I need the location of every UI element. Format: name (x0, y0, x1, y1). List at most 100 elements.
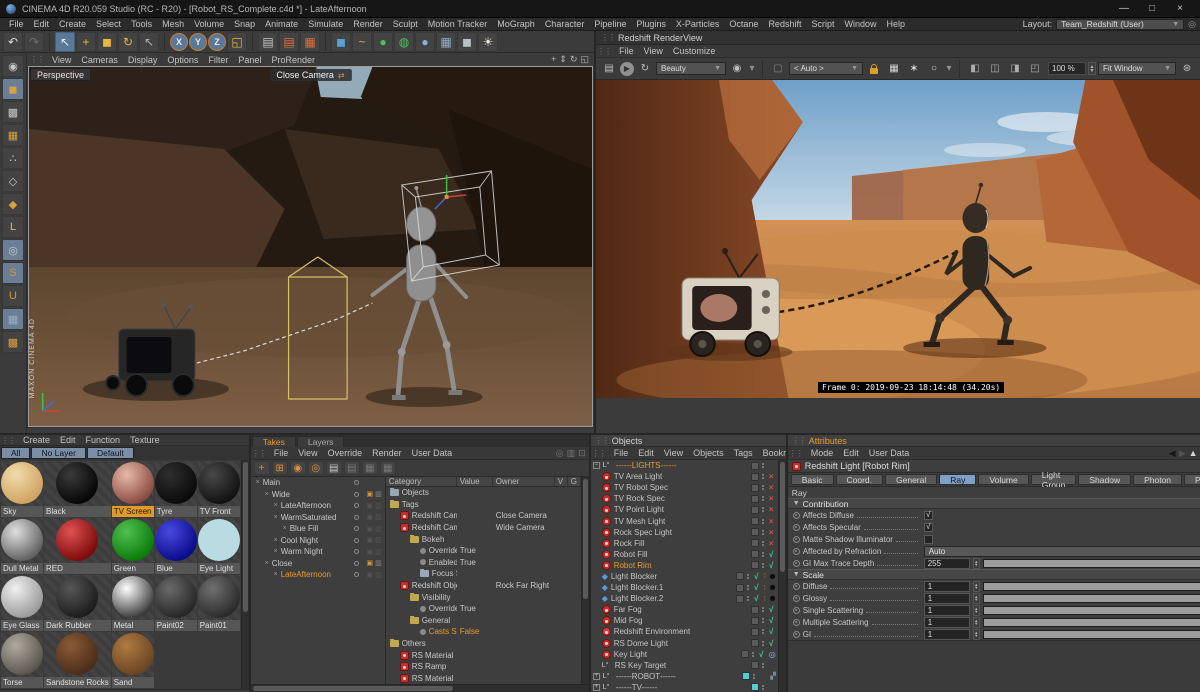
object-row-far-fog[interactable]: Far Fog√ (591, 604, 778, 615)
edges-mode-icon[interactable]: ◇ (2, 170, 24, 192)
disabled-icon[interactable]: × (767, 539, 776, 548)
takes-hscrollbar[interactable] (251, 684, 589, 692)
menu-motion-tracker[interactable]: Motion Tracker (423, 19, 493, 29)
object-row-tv[interactable]: +L°------TV------ (591, 682, 778, 692)
panel-grip-icon[interactable]: ⋮⋮ (601, 33, 615, 42)
forward-icon[interactable]: ▶ (1179, 448, 1186, 459)
enabled-icon[interactable]: √ (767, 605, 776, 614)
snap-icon[interactable]: S (2, 262, 24, 284)
number-field-gi-max-trace-depth[interactable]: 255 (924, 558, 970, 569)
enabled-icon[interactable]: √ (767, 550, 776, 559)
visibility-dots-icon[interactable] (752, 652, 754, 657)
material-item-paint02[interactable]: Paint02 (155, 575, 197, 631)
menu-select[interactable]: Select (91, 19, 126, 29)
visibility-dots-icon[interactable] (753, 674, 755, 679)
panel-grip-icon[interactable]: ⋮⋮ (592, 449, 606, 458)
tab-takes[interactable]: Takes (252, 436, 296, 447)
take-active-radio[interactable] (354, 538, 359, 543)
override-row-enabled[interactable]: EnabledTrue (386, 557, 581, 569)
menu-panel[interactable]: Panel (233, 55, 266, 65)
visibility-dots-icon[interactable] (762, 541, 764, 546)
menu-file[interactable]: File (269, 448, 294, 458)
material-item-tyre[interactable]: Tyre (155, 461, 197, 517)
render-image[interactable]: Frame 0: 2019-09-23 18:14:48 (34.20s) (596, 80, 1200, 398)
menu-user-data[interactable]: User Data (407, 448, 458, 458)
override-row-general[interactable]: General (386, 615, 581, 627)
take-active-radio[interactable] (354, 526, 359, 531)
slider-diffuse[interactable] (983, 582, 1200, 591)
tab-basic[interactable]: Basic (791, 474, 834, 485)
convert-selection-icon[interactable]: ◉ (2, 55, 24, 77)
zoom-level-field[interactable]: 100 % (1048, 62, 1086, 75)
menu-view[interactable]: View (639, 46, 668, 56)
menu-create[interactable]: Create (18, 435, 55, 445)
menu-file[interactable]: File (614, 46, 639, 56)
layer-chip[interactable] (751, 617, 759, 625)
take-active-radio[interactable] (354, 503, 359, 508)
menu-sculpt[interactable]: Sculpt (388, 19, 423, 29)
visibility-dots-icon[interactable] (762, 485, 764, 490)
menu-options[interactable]: Options (162, 55, 203, 65)
stepper-icon[interactable]: ▲▼ (973, 581, 980, 592)
layer-chip[interactable] (751, 506, 759, 514)
back-icon[interactable]: ◀ (1169, 448, 1176, 459)
undo-icon[interactable]: ↶ (3, 32, 23, 52)
coordinate-system-icon[interactable]: ◱ (227, 32, 247, 52)
override-row-rs-material[interactable]: RS Material (386, 649, 581, 661)
workplane-paint-icon[interactable]: ▦ (2, 124, 24, 146)
material-item-sky[interactable]: Sky (1, 461, 43, 517)
override-row-visibility[interactable]: Visibility (386, 591, 581, 603)
panel-grip-icon[interactable]: ⋮⋮ (252, 449, 266, 458)
volume-icon[interactable]: ● (415, 32, 435, 52)
fit-mode-dropdown[interactable]: Fit Window▼ (1098, 62, 1176, 75)
falloff-tag-icon[interactable]: ∶ (764, 584, 766, 592)
slider-single-scattering[interactable] (983, 606, 1200, 615)
material-item-dark-rubber[interactable]: Dark Rubber (44, 575, 111, 631)
disabled-icon[interactable]: × (767, 494, 776, 503)
keyframe-icon[interactable] (793, 631, 800, 638)
keyframe-icon[interactable] (793, 595, 800, 602)
visibility-dots-icon[interactable] (762, 663, 764, 668)
stepper-icon[interactable]: ▲▼ (973, 558, 980, 569)
object-row-robot-rim[interactable]: Robot Rim√ (591, 560, 778, 571)
save-image-icon[interactable]: ▤ (600, 61, 618, 77)
layer-chip[interactable] (751, 550, 759, 558)
rotate-icon[interactable]: ↻ (118, 32, 138, 52)
expand-icon[interactable]: − (593, 462, 600, 469)
menu-view[interactable]: View (47, 55, 76, 65)
pen-spline-icon[interactable]: ~ (352, 32, 372, 52)
override-row-redshift-camera[interactable]: Redshift CameraClose Camera (386, 510, 581, 522)
checkbox-affects-specular[interactable]: √ (924, 523, 933, 532)
scrollbar-thumb[interactable] (243, 462, 248, 612)
expand-icon[interactable]: + (593, 684, 600, 691)
tab-layers[interactable]: Layers (297, 436, 345, 447)
material-item-eye-light[interactable]: Eye Light (198, 518, 240, 574)
panel-grip-icon[interactable]: ⋮⋮ (789, 449, 803, 458)
enabled-icon[interactable]: √ (752, 583, 761, 592)
search-icon[interactable]: ◎ (556, 448, 564, 459)
move-icon[interactable]: + (76, 32, 96, 52)
material-item-sand[interactable]: Sand (112, 632, 154, 688)
menu-volume[interactable]: Volume (189, 19, 229, 29)
take-row-wide[interactable]: ×Wide▣▥ (251, 489, 385, 501)
checkbox-matte-shadow-illuminator[interactable] (924, 535, 933, 544)
take-disable-icon[interactable]: × (262, 491, 272, 498)
menu-simulate[interactable]: Simulate (303, 19, 348, 29)
take-disable-icon[interactable]: × (271, 571, 281, 578)
material-item-dull-metal[interactable]: Dull Metal (1, 518, 43, 574)
menu-function[interactable]: Function (81, 435, 126, 445)
viewport-solo-icon[interactable]: ◎ (2, 239, 24, 261)
layer-chip[interactable] (751, 661, 759, 669)
tab-general[interactable]: General (885, 474, 937, 485)
light-icon[interactable]: ☀ (478, 32, 498, 52)
viewport-canvas[interactable]: Perspective Close Camera⇄ MAXON CINEMA 4… (28, 66, 593, 427)
visibility-dots-icon[interactable] (762, 607, 764, 612)
slider-glossy[interactable] (983, 594, 1200, 603)
menu-script[interactable]: Script (806, 19, 839, 29)
render-to-picture-viewer-icon[interactable]: ▤ (279, 32, 299, 52)
materials-scrollbar[interactable] (241, 460, 249, 689)
viewport-label[interactable]: Perspective (30, 68, 91, 81)
menu-mode[interactable]: Mode (806, 448, 839, 458)
enabled-icon[interactable]: √ (767, 627, 776, 636)
restart-render-icon[interactable]: ↻ (636, 61, 654, 77)
